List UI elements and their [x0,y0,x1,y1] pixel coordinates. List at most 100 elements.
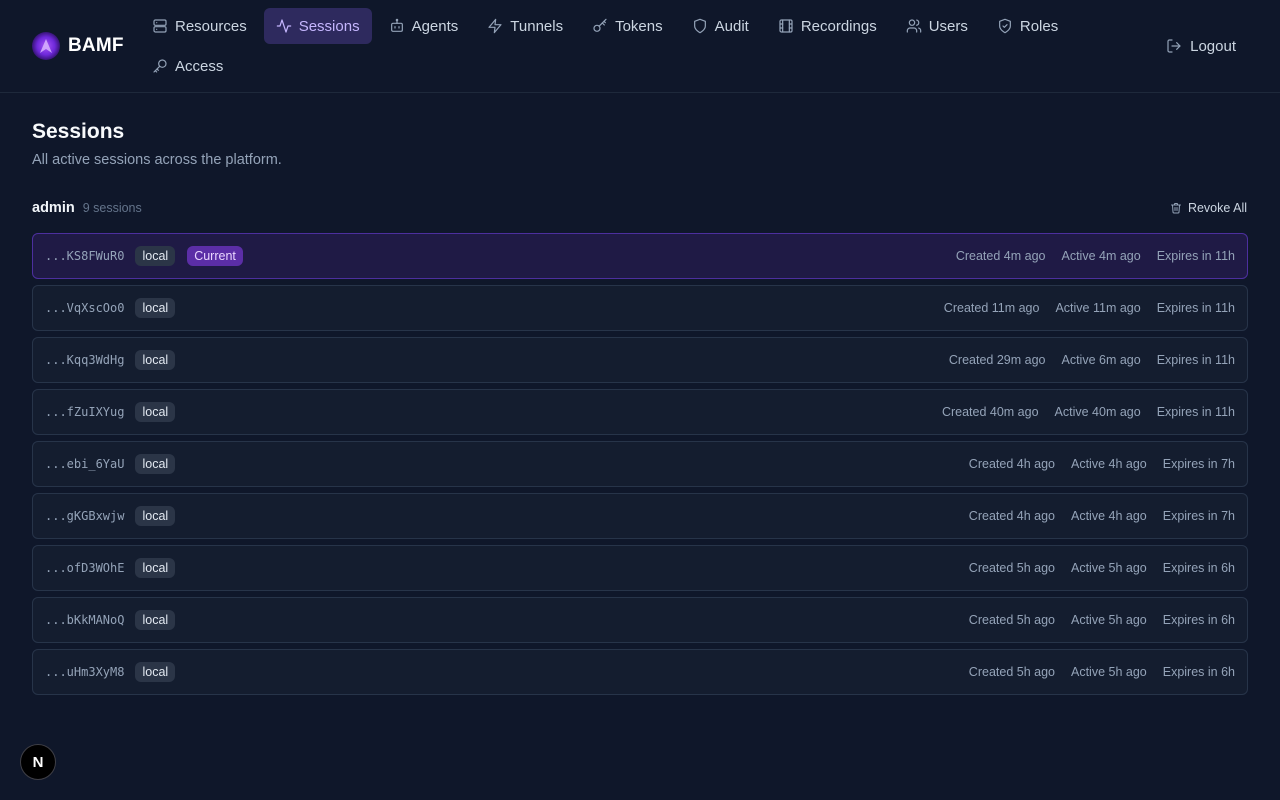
nav-item-access[interactable]: Access [140,48,235,84]
session-created: Created 4m ago [955,249,1046,263]
nav-item-label: Access [175,57,224,75]
nav-item-sessions[interactable]: Sessions [263,8,372,44]
bamf-logo-icon [32,32,60,60]
nav-item-label: Agents [411,17,459,35]
nextjs-indicator-label: N [32,753,44,771]
session-row[interactable]: ...gKGBxwjw local Created 4h ago Active 4h … [32,493,1248,539]
film-icon [779,19,793,33]
provider-badge: local [135,610,176,630]
session-id: ...ofD3WOhE [45,561,125,575]
session-last-active: Active 4h ago [1070,509,1147,523]
session-id: ...fZuIXYug [45,405,125,419]
main-nav: Resources Sessions Agents Tunnels Tokens Audi… [140,8,1100,88]
current-session-badge: Current [187,246,243,266]
group-user-name: admin [32,200,75,216]
provider-badge: local [135,558,176,578]
session-id: ...VqXscOo0 [45,301,125,315]
nav-row: Resources Sessions Agents Tunnels Tokens Audi… [140,8,1100,44]
session-expires: Expires in 11h [1156,301,1235,315]
nav-item-users[interactable]: Users [894,8,980,44]
zap-icon [488,18,502,34]
session-expires: Expires in 11h [1156,249,1235,263]
provider-badge: local [135,246,176,266]
session-expires: Expires in 7h [1162,457,1235,471]
session-expires: Expires in 6h [1162,561,1235,575]
logout-button[interactable]: Logout [1166,30,1236,62]
session-created: Created 4h ago [968,509,1055,523]
main-content: Sessions All active sessions across the … [32,93,1248,701]
session-expires: Expires in 11h [1156,405,1235,419]
session-row[interactable]: ...ebi_6YaU local Created 4h ago Active 4h … [32,441,1248,487]
provider-badge: local [135,402,176,422]
session-row[interactable]: ...KS8FWuR0 local Current Created 4m ago Act… [32,233,1248,279]
session-last-active: Active 4h ago [1070,457,1147,471]
provider-badge: local [135,350,176,370]
session-list: ...KS8FWuR0 local Current Created 4m ago Act… [32,233,1248,695]
key-icon [593,18,607,32]
logout-label: Logout [1190,37,1236,55]
nav-item-tokens[interactable]: Tokens [580,8,675,44]
session-last-active: Active 5h ago [1070,665,1147,679]
nav-item-label: Tokens [615,17,663,35]
session-expires: Expires in 7h [1162,509,1235,523]
log-out-icon [1167,39,1181,53]
shield-check-icon [998,18,1011,34]
session-id: ...ebi_6YaU [45,457,125,471]
shield-icon [693,18,706,34]
group-session-count: 9 sessions [82,201,142,215]
session-row[interactable]: ...bKkMANoQ local Created 5h ago Active 5h … [32,597,1248,643]
nav-item-roles[interactable]: Roles [985,8,1070,44]
nav-item-label: Tunnels [510,17,564,35]
nav-item-audit[interactable]: Audit [680,8,761,44]
session-id: ...gKGBxwjw [45,509,125,523]
nav-row: Access [140,48,1100,84]
session-id: ...bKkMANoQ [45,613,125,627]
bot-icon [390,18,403,32]
server-icon [153,19,167,33]
provider-badge: local [135,298,176,318]
trash-icon [1170,203,1181,214]
session-expires: Expires in 6h [1162,665,1235,679]
session-expires: Expires in 6h [1162,613,1235,627]
top-header: BAMF Resources Sessions Agents Tunnels Token… [0,0,1280,93]
brand[interactable]: BAMF [32,30,124,62]
revoke-all-label: Revoke All [1187,201,1247,215]
session-row[interactable]: ...ofD3WOhE local Created 5h ago Active 5h … [32,545,1248,591]
session-expires: Expires in 11h [1156,353,1235,367]
session-last-active: Active 4m ago [1061,249,1141,263]
session-row[interactable]: ...uHm3XyM8 local Created 5h ago Active 5h … [32,649,1248,695]
session-created: Created 11m ago [943,301,1040,315]
nav-item-recordings[interactable]: Recordings [766,8,889,44]
nextjs-dev-indicator[interactable]: N [20,744,56,780]
nav-item-agents[interactable]: Agents [377,8,471,44]
activity-icon [276,19,291,33]
users-icon [906,19,921,33]
session-row[interactable]: ...Kqq3WdHg local Created 29m ago Active 6m… [32,337,1248,383]
session-last-active: Active 11m ago [1055,301,1141,315]
session-created: Created 4h ago [968,457,1055,471]
session-id: ...uHm3XyM8 [45,665,125,679]
session-row[interactable]: ...fZuIXYug local Created 40m ago Active 40… [32,389,1248,435]
session-created: Created 29m ago [948,353,1046,367]
session-row[interactable]: ...VqXscOo0 local Created 11m ago Active 11… [32,285,1248,331]
session-created: Created 5h ago [968,613,1055,627]
revoke-all-button[interactable]: Revoke All [1169,201,1248,215]
session-last-active: Active 6m ago [1061,353,1141,367]
page-subtitle: All active sessions across the platform. [32,152,282,168]
session-last-active: Active 40m ago [1054,405,1141,419]
provider-badge: local [135,506,176,526]
nav-item-label: Sessions [298,17,360,35]
session-id: ...KS8FWuR0 [45,249,125,263]
nav-item-label: Audit [714,17,749,35]
provider-badge: local [135,454,176,474]
session-id: ...Kqq3WdHg [45,353,125,367]
session-created: Created 5h ago [968,665,1055,679]
nav-item-resources[interactable]: Resources [140,8,259,44]
nav-item-tunnels[interactable]: Tunnels [475,8,575,44]
brand-name: BAMF [68,35,124,56]
nav-item-label: Resources [175,17,247,35]
page-title: Sessions [32,120,125,143]
session-group-header: admin 9 sessions Revoke All [32,197,1248,219]
nav-item-label: Recordings [800,17,877,35]
session-created: Created 5h ago [968,561,1055,575]
